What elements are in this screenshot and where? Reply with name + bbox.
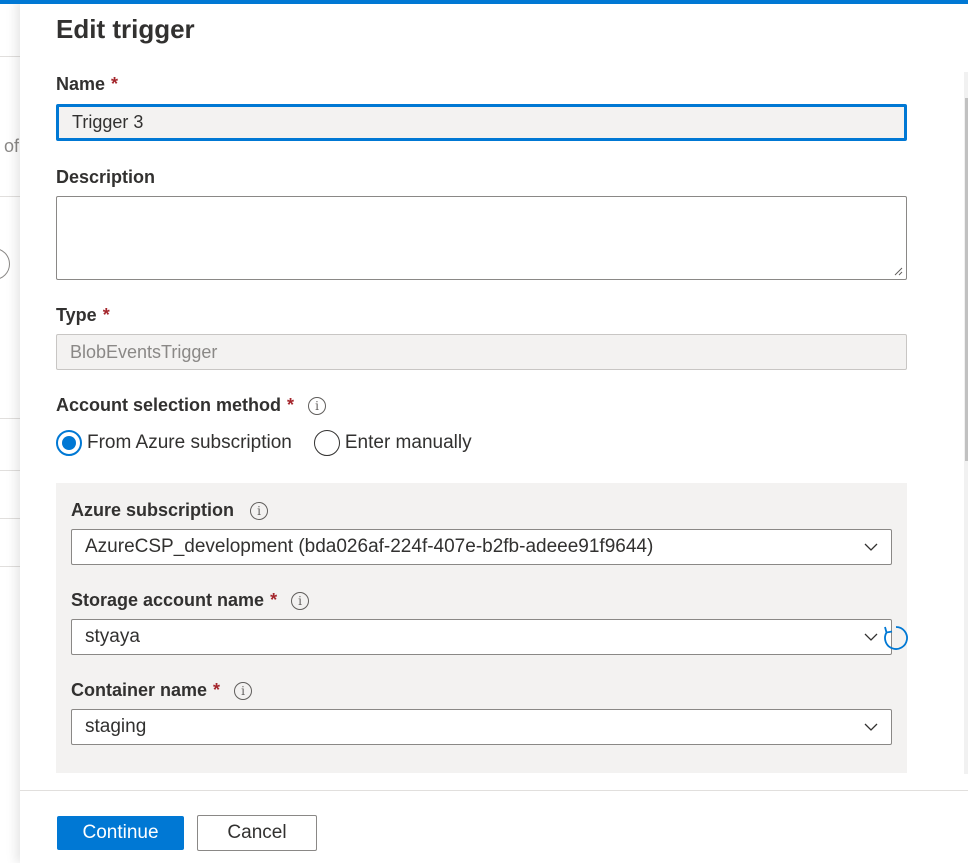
background-page: of <box>0 0 20 863</box>
top-accent-bar <box>0 0 968 4</box>
radio-unchecked-icon <box>313 430 340 456</box>
radio-label: Enter manually <box>344 432 472 453</box>
scroll-up-arrow-icon[interactable] <box>964 78 968 92</box>
panel-title: Edit trigger <box>56 14 195 44</box>
background-divider <box>0 418 20 419</box>
name-label-text: Name <box>56 74 106 94</box>
radio-label: From Azure subscription <box>87 432 292 453</box>
required-marker: * <box>270 590 278 610</box>
storage-account-label-text: Storage account name <box>71 590 265 610</box>
radio-enter-manually[interactable]: Enter manually <box>313 430 472 456</box>
azure-subscription-label: Azure subscription i <box>71 500 269 521</box>
info-icon[interactable]: i <box>291 591 310 610</box>
description-textarea[interactable] <box>56 196 907 280</box>
background-circle-button <box>0 248 10 280</box>
dropdown-value: staging <box>85 716 147 737</box>
type-label-text: Type <box>56 305 97 325</box>
chevron-down-icon <box>863 539 879 555</box>
background-divider <box>0 196 20 197</box>
required-marker: * <box>102 305 110 325</box>
vertical-scrollbar[interactable] <box>964 72 968 774</box>
background-divider <box>0 518 20 519</box>
azure-subscription-dropdown[interactable]: AzureCSP_development (bda026af-224f-407e… <box>71 529 892 565</box>
radio-from-azure-subscription[interactable]: From Azure subscription <box>56 430 292 456</box>
info-icon[interactable]: i <box>250 501 269 520</box>
storage-account-label: Storage account name * i <box>71 590 310 611</box>
name-label: Name * <box>56 74 118 95</box>
continue-button[interactable]: Continue <box>57 816 184 850</box>
type-field-readonly: BlobEventsTrigger <box>56 334 907 370</box>
description-label-text: Description <box>56 167 156 187</box>
cancel-button[interactable]: Cancel <box>197 815 317 851</box>
info-icon[interactable]: i <box>234 681 253 700</box>
chevron-down-icon <box>863 629 879 645</box>
required-marker: * <box>213 680 221 700</box>
type-label: Type * <box>56 305 110 326</box>
resize-handle-icon[interactable] <box>893 266 903 276</box>
info-icon[interactable]: i <box>308 396 327 415</box>
background-divider <box>0 566 20 567</box>
container-dropdown[interactable]: staging <box>71 709 892 745</box>
scroll-down-arrow-icon[interactable] <box>964 754 968 768</box>
radio-checked-icon <box>56 430 82 456</box>
background-divider <box>0 470 20 471</box>
description-label: Description <box>56 167 155 188</box>
background-divider <box>0 56 20 57</box>
storage-settings-section: Azure subscription i AzureCSP_developmen… <box>56 483 907 773</box>
account-method-label: Account selection method * i <box>56 395 327 416</box>
dropdown-value: AzureCSP_development (bda026af-224f-407e… <box>85 536 654 557</box>
background-text: of <box>4 136 20 156</box>
name-input[interactable] <box>56 104 907 141</box>
container-label: Container name * i <box>71 680 253 701</box>
container-label-text: Container name <box>71 680 208 700</box>
required-marker: * <box>111 74 119 94</box>
azure-subscription-label-text: Azure subscription <box>71 500 235 520</box>
account-method-radio-group: From Azure subscription Enter manually <box>56 430 494 456</box>
footer-divider <box>20 790 968 791</box>
refresh-icon[interactable] <box>882 624 910 652</box>
storage-account-dropdown[interactable]: styaya <box>71 619 892 655</box>
account-method-label-text: Account selection method <box>56 395 282 415</box>
chevron-down-icon <box>863 719 879 735</box>
required-marker: * <box>287 395 295 415</box>
edit-trigger-panel: Edit trigger Name * Description Type * B… <box>20 0 968 863</box>
dropdown-value: styaya <box>85 626 140 647</box>
